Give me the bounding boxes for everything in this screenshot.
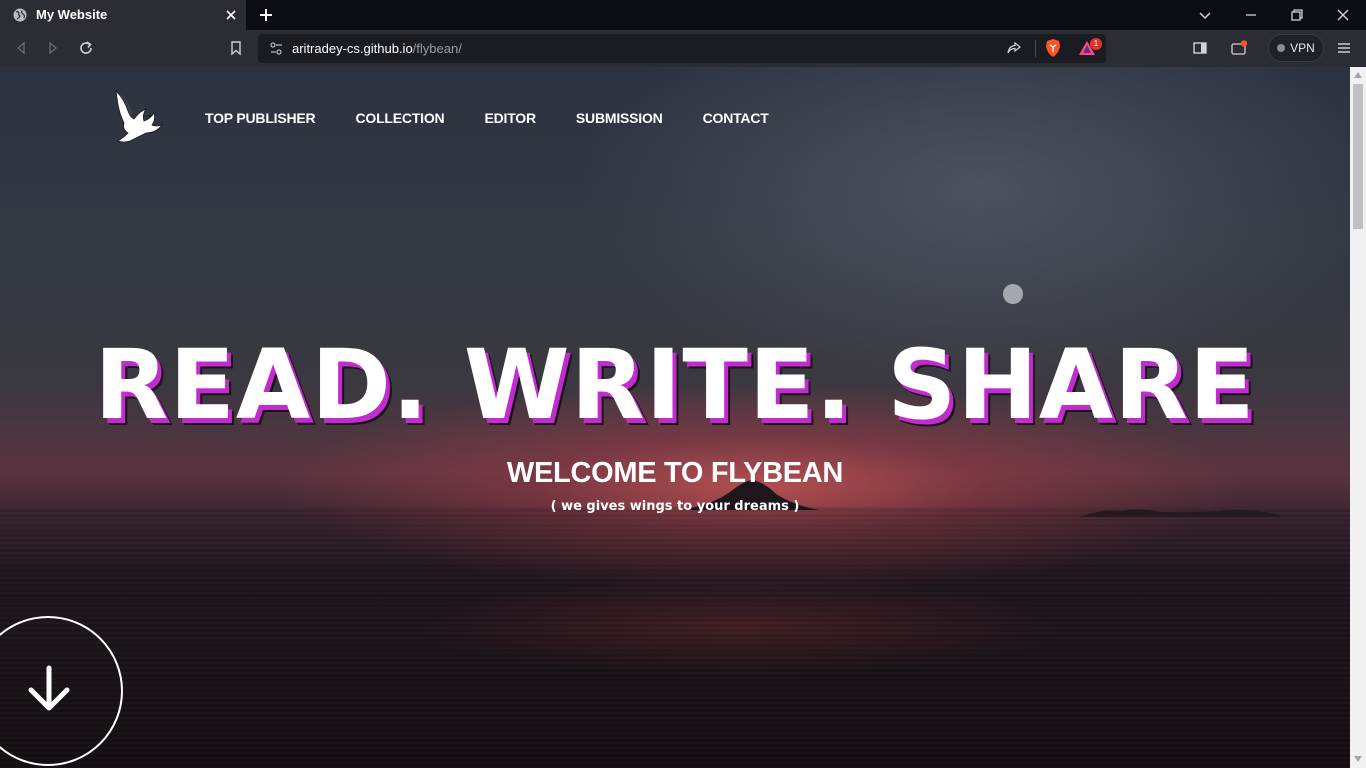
toolbar-divider [1035,40,1036,57]
address-bar[interactable]: aritradey-cs.github.io/flybean/ 1 [258,34,1106,63]
hero-section: TOP PUBLISHER COLLECTION EDITOR SUBMISSI… [0,67,1350,768]
main-nav: TOP PUBLISHER COLLECTION EDITOR SUBMISSI… [205,110,809,126]
nav-editor[interactable]: EDITOR [484,110,536,126]
welcome-heading: WELCOME TO FLYBEAN [506,457,844,489]
page-scrollbar[interactable] [1350,67,1366,768]
sea-background [0,507,1350,768]
reload-icon[interactable] [78,40,94,56]
bookmark-icon[interactable] [228,40,244,56]
scroll-up-arrow-icon[interactable] [1354,72,1362,78]
dove-icon[interactable] [110,89,166,145]
notification-badge: 1 [1090,38,1102,50]
scroll-down-arrow-icon[interactable] [1354,756,1362,762]
browser-tab-active[interactable]: My Website [0,0,246,30]
vpn-status-dot [1277,44,1286,52]
close-tab-icon[interactable] [224,8,238,22]
url-host: aritradey-cs.github.io [292,41,413,56]
brave-shield-icon[interactable] [1044,38,1062,58]
browser-tab-strip: My Website [0,0,1366,30]
tab-title: My Website [36,7,108,22]
nav-top-publisher[interactable]: TOP PUBLISHER [205,110,316,126]
arrow-down-icon [28,665,70,711]
wallet-icon[interactable] [1231,40,1247,56]
browser-toolbar: aritradey-cs.github.io/flybean/ 1 VPN [0,30,1366,67]
nav-submission[interactable]: SUBMISSION [576,110,663,126]
share-icon[interactable] [1006,40,1022,56]
minimize-icon[interactable] [1243,7,1259,23]
globe-icon [13,8,27,22]
forward-icon[interactable] [45,40,61,56]
menu-icon[interactable] [1336,40,1352,56]
restore-icon[interactable] [1289,7,1305,23]
url-text: aritradey-cs.github.io/flybean/ [292,41,462,56]
nav-collection[interactable]: COLLECTION [355,110,444,126]
new-tab-icon[interactable] [258,7,274,23]
close-window-icon[interactable] [1335,7,1351,23]
tagline: ( we gives wings to your dreams ) [550,499,800,514]
vpn-label: VPN [1290,41,1315,55]
site-settings-icon[interactable] [269,41,284,56]
url-path: /flybean/ [412,41,462,56]
vpn-button[interactable]: VPN [1268,34,1324,62]
cursor-follower-dot [1003,284,1023,304]
nav-contact[interactable]: CONTACT [703,110,769,126]
tab-list-chevron-icon[interactable] [1197,7,1213,23]
sidebar-toggle-icon[interactable] [1192,40,1208,56]
hero-headline: READ. WRITE. SHARE [94,329,1256,441]
back-icon[interactable] [13,40,29,56]
scrollbar-thumb[interactable] [1353,84,1363,229]
